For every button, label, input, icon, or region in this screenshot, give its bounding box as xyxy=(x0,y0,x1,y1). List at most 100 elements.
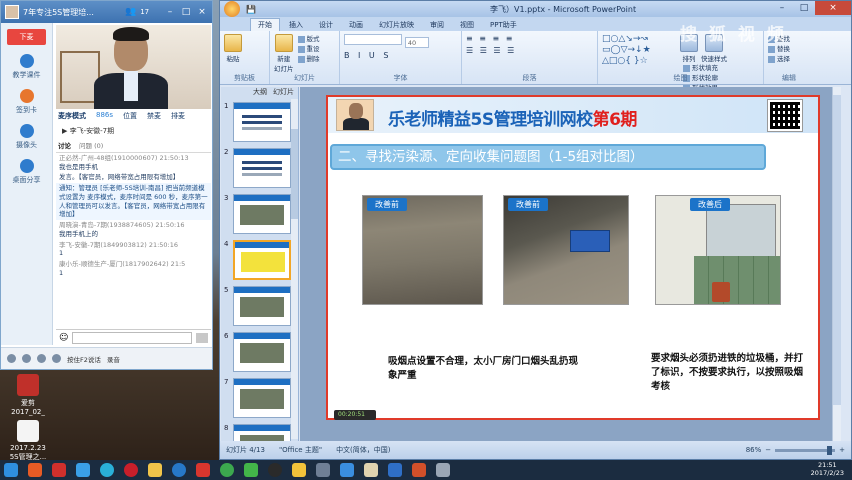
sidebar-item-label: 签到卡 xyxy=(16,106,37,114)
red-app-icon[interactable] xyxy=(124,463,138,477)
slide-scrollbar[interactable] xyxy=(832,87,841,441)
play-icon[interactable] xyxy=(100,463,114,477)
queue-link[interactable]: 排麦 xyxy=(171,111,185,123)
position-link[interactable]: 位置 xyxy=(123,111,137,123)
zoom-in-icon[interactable]: + xyxy=(839,446,845,454)
font-size-field[interactable]: 40 xyxy=(404,37,429,48)
chat-message-list[interactable]: 讨论 问题 (0) 正必然-广州-48组(1910000607) 21:50:1… xyxy=(56,141,211,329)
slide-thumbnail-active[interactable]: 4 xyxy=(224,240,298,283)
tab-review[interactable]: 审阅 xyxy=(423,19,451,31)
office-button-icon[interactable] xyxy=(224,1,240,17)
start-button-icon[interactable] xyxy=(4,463,18,477)
zoom-out-icon[interactable]: − xyxy=(765,446,771,454)
layout-button[interactable]: 版式 xyxy=(298,34,320,44)
ppt-titlebar[interactable]: 💾 李飞）V1.pptx - Microsoft PowerPoint – □ … xyxy=(220,1,851,17)
delete-button[interactable]: 删除 xyxy=(298,54,320,64)
font-format-row[interactable]: B I U S xyxy=(344,51,457,60)
shapes-gallery[interactable]: □○△↘→↝ ▭◯▽→↓★ △□○{ }☆ xyxy=(602,34,680,67)
close-button[interactable]: × xyxy=(815,1,851,15)
align-tools[interactable]: ☰ ☰ ☰ ☰ xyxy=(466,46,593,55)
tab-slides[interactable]: 幻灯片 xyxy=(273,87,294,99)
sidebar-item-checkin[interactable]: 签到卡 xyxy=(1,89,52,115)
reset-button[interactable]: 重设 xyxy=(298,44,320,54)
speaker-volume-icon[interactable] xyxy=(52,354,61,363)
shape-fill-button[interactable]: 形状填充 xyxy=(683,63,718,73)
yy-icon[interactable] xyxy=(292,463,306,477)
tab-outline[interactable]: 大纲 xyxy=(253,87,267,99)
current-slide[interactable]: 乐老师精益5S管理培训网校第6期 二、寻找污染源、定向收集问题图（1-5组对比图… xyxy=(326,95,820,420)
tab-discussion[interactable]: 讨论 xyxy=(58,142,71,151)
recording-timer: 00:20:51 xyxy=(334,410,376,420)
tab-slideshow[interactable]: 幻灯片放映 xyxy=(372,19,421,31)
paragraph-tools[interactable]: ≡ ≡ ≡ ≡ xyxy=(466,34,593,43)
tab-questions[interactable]: 问题 (0) xyxy=(79,142,103,151)
new-slide-button[interactable]: 新建 幻灯片 xyxy=(274,34,294,73)
slide-thumbnail[interactable]: 5 xyxy=(224,286,298,329)
sidebar-item-screen-share[interactable]: 桌面分享 xyxy=(1,159,52,185)
folder-icon[interactable] xyxy=(148,463,162,477)
minimize-button[interactable]: – xyxy=(771,1,793,15)
mic-icon[interactable] xyxy=(37,354,46,363)
desktop-icon-document[interactable]: 2017.2.23 5S管理之... xyxy=(4,420,52,462)
tab-home[interactable]: 开始 xyxy=(250,18,280,31)
sidebar-item-camera[interactable]: 摄像头 xyxy=(1,124,52,150)
ie-browser-icon[interactable] xyxy=(76,463,90,477)
tab-view[interactable]: 视图 xyxy=(453,19,481,31)
slide-thumbnail[interactable]: 7 xyxy=(224,378,298,421)
minimize-button[interactable]: – xyxy=(164,7,176,17)
save-icon[interactable]: 💾 xyxy=(246,5,256,14)
settings-icon[interactable] xyxy=(22,354,31,363)
photo-label: 改善后 xyxy=(690,198,730,211)
slide-thumbnail[interactable]: 6 xyxy=(224,332,298,375)
tab-ppt-helper[interactable]: PPT助手 xyxy=(483,19,524,31)
desktop-icon-video[interactable]: 爱剪 2017_02_ xyxy=(4,374,52,416)
slide-thumbnail[interactable]: 8 xyxy=(224,424,298,441)
slide-thumbnail[interactable]: 2 xyxy=(224,148,298,191)
checkin-icon xyxy=(19,89,34,103)
qq-icon[interactable] xyxy=(268,463,282,477)
slide-thumbnail[interactable]: 1 xyxy=(224,102,298,145)
screen-share-icon xyxy=(19,159,34,173)
mute-link[interactable]: 禁麦 xyxy=(147,111,161,123)
zoom-slider[interactable] xyxy=(775,445,836,455)
video-app-icon[interactable] xyxy=(52,463,66,477)
tab-design[interactable]: 设计 xyxy=(312,19,340,31)
tab-insert[interactable]: 插入 xyxy=(282,19,310,31)
system-clock[interactable]: 21:51 2017/2/23 xyxy=(811,461,852,478)
webcam-video[interactable] xyxy=(56,25,211,109)
maximize-button[interactable]: □ xyxy=(793,1,815,15)
thumbnail-scrollbar[interactable] xyxy=(291,99,298,439)
cloud-app-icon[interactable] xyxy=(340,463,354,477)
select-button[interactable]: 选择 xyxy=(768,54,810,64)
k-app-icon[interactable] xyxy=(172,463,186,477)
wechat-icon[interactable] xyxy=(244,463,258,477)
mic-app-icon[interactable] xyxy=(388,463,402,477)
app-icon[interactable] xyxy=(436,463,450,477)
message-input[interactable] xyxy=(72,331,192,344)
group-clipboard: 粘贴 剪贴板 xyxy=(220,31,270,84)
close-button[interactable]: × xyxy=(196,7,208,17)
record-app-icon[interactable] xyxy=(196,463,210,477)
emoji-icon[interactable]: ☺ xyxy=(59,333,68,343)
powerpoint-app-icon[interactable] xyxy=(412,463,426,477)
leave-mic-button[interactable]: 下麦 xyxy=(7,29,46,45)
media-player-icon[interactable] xyxy=(28,463,42,477)
exit-icon[interactable] xyxy=(7,354,16,363)
record-label[interactable]: 录音 xyxy=(107,354,120,364)
speaker-icon: ▶ xyxy=(62,127,68,135)
send-button[interactable] xyxy=(196,332,208,343)
sidebar-item-label: 桌面分享 xyxy=(12,176,41,184)
maximize-button[interactable]: □ xyxy=(180,7,192,17)
green-app-icon[interactable] xyxy=(220,463,234,477)
sidebar-item-courseware[interactable]: 教学课件 xyxy=(1,54,52,80)
note-app-icon[interactable] xyxy=(364,463,378,477)
tab-animation[interactable]: 动画 xyxy=(342,19,370,31)
document-icon xyxy=(17,420,39,442)
paste-button[interactable]: 粘贴 xyxy=(224,34,242,63)
font-name-field[interactable] xyxy=(344,34,402,45)
slide-thumbnail[interactable]: 3 xyxy=(224,194,298,237)
chat-titlebar[interactable]: 7年专注5S管理培... 👥 17 – □ × xyxy=(1,1,212,23)
replace-button[interactable]: 替换 xyxy=(768,44,810,54)
settings-app-icon[interactable] xyxy=(316,463,330,477)
push-to-talk-label[interactable]: 按住F2说话 xyxy=(67,354,101,364)
